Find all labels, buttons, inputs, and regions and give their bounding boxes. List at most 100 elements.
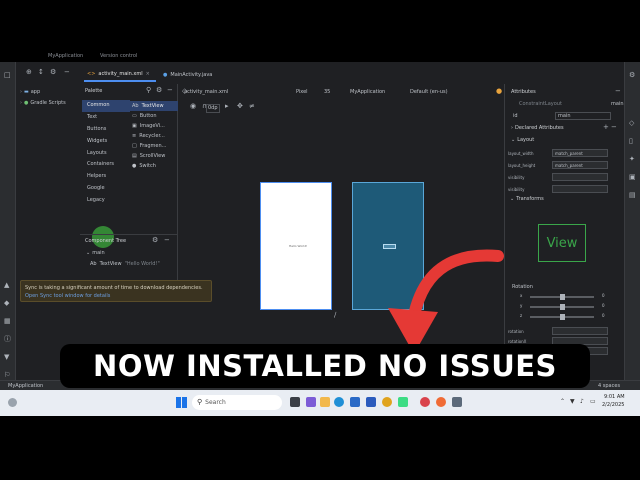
slider-thumb[interactable] [560, 294, 565, 300]
minimize-icon[interactable]: − [164, 237, 170, 244]
file-selector[interactable]: activity_main.xml [184, 90, 228, 95]
file-explorer-icon[interactable] [320, 397, 330, 407]
margin-icon[interactable]: ▸ [225, 103, 229, 110]
gemini-icon[interactable]: ✦ [629, 156, 635, 163]
project-tool-icon[interactable]: □ [4, 72, 11, 79]
gear-icon[interactable]: ⚙ [156, 87, 162, 94]
resize-handle-icon[interactable]: ∕ [334, 312, 336, 319]
tray-chevron-icon[interactable]: ⌃ [560, 399, 565, 405]
slider-thumb[interactable] [560, 314, 565, 320]
warning-icon[interactable]: ● [496, 88, 502, 95]
tab-main-activity[interactable]: ● MainActivity.java [160, 68, 232, 82]
copilot-icon[interactable] [306, 397, 316, 407]
declared-attributes-header[interactable]: › Declared Attributes [511, 126, 564, 131]
remove-icon[interactable]: − [611, 124, 617, 131]
palette-widget-scrollview[interactable]: ▤ ScrollView [130, 151, 178, 161]
rotation-x-slider[interactable]: x 0 [520, 294, 610, 300]
gear-icon[interactable]: ⚙ [50, 69, 56, 76]
attr-value-dropdown[interactable] [552, 185, 608, 193]
palette-widget-imageview[interactable]: ▣ ImageVi... [130, 121, 178, 131]
minimize-icon[interactable]: − [615, 88, 621, 95]
align-icon[interactable]: ≠ [249, 103, 255, 110]
attr-value-field[interactable] [552, 327, 608, 335]
taskbar-search[interactable]: ⚲ Search [192, 395, 282, 410]
android-studio-icon[interactable] [398, 397, 408, 407]
notifications-icon[interactable]: ⚙ [629, 72, 635, 79]
palette-widget-recyclerview[interactable]: ≡ Recycler... [130, 131, 178, 141]
eye-icon[interactable]: ◉ [190, 103, 196, 110]
volume-icon[interactable]: ♪ [580, 399, 584, 405]
palette-category-helpers[interactable]: Helpers [82, 171, 130, 183]
title-project[interactable]: MyApplication [48, 54, 83, 59]
word-icon[interactable] [366, 397, 376, 407]
locate-icon[interactable]: ⊕ [26, 69, 32, 76]
tree-item-gradle[interactable]: › ● Gradle Scripts [20, 98, 80, 109]
api-selector[interactable]: 35 [324, 90, 330, 95]
slider-thumb[interactable] [560, 304, 565, 310]
status-project[interactable]: MyApplication [8, 384, 43, 389]
rotation-z-slider[interactable]: z 0 [520, 314, 610, 320]
palette-widget-fragment[interactable]: □ Fragmen... [130, 141, 178, 151]
add-icon[interactable]: + [603, 124, 609, 131]
palette-widget-button[interactable]: ▭ Button [130, 111, 178, 121]
collapse-icon[interactable]: ↕ [38, 69, 44, 76]
app-icon-3[interactable] [452, 397, 462, 407]
palette-category-text[interactable]: Text [82, 112, 130, 124]
component-tree-child[interactable]: Ab TextView "Hello World!" [90, 262, 160, 267]
terminal-tool-icon[interactable]: ▦ [4, 318, 11, 325]
device-manager-icon[interactable]: ▯ [629, 138, 633, 145]
emulator-icon[interactable]: ▤ [629, 192, 636, 199]
dp-input[interactable]: 0dp [206, 104, 220, 113]
chrome-icon[interactable] [382, 397, 392, 407]
tab-activity-main[interactable]: <> activity_main.xml × [84, 68, 156, 82]
logcat-tool-icon[interactable]: ◆ [4, 300, 9, 307]
running-devices-icon[interactable]: ▣ [629, 174, 636, 181]
problems-tool-icon[interactable]: ⓘ [4, 336, 11, 343]
build-tool-icon[interactable]: ▲ [4, 282, 9, 289]
wifi-icon[interactable]: ▼ [570, 399, 575, 405]
rotation-y-slider[interactable]: y 0 [520, 304, 610, 310]
app-icon-2[interactable] [436, 397, 446, 407]
palette-category-widgets[interactable]: Widgets [82, 135, 130, 147]
git-tool-icon[interactable]: ▼ [4, 354, 9, 361]
taskbar-date[interactable]: 2/2/2025 [602, 403, 624, 408]
palette-widget-switch[interactable]: ● Switch [130, 161, 178, 171]
store-icon[interactable] [350, 397, 360, 407]
tree-item-app[interactable]: › ▬ app [20, 87, 80, 98]
battery-icon[interactable]: ▭ [590, 399, 596, 405]
edge-icon[interactable] [334, 397, 344, 407]
transforms-section-header[interactable]: ⌄ Transforms [510, 197, 544, 202]
minimize-icon[interactable]: − [64, 69, 70, 76]
palette-category-google[interactable]: Google [82, 183, 130, 195]
locale-selector[interactable]: Default (en-us) [410, 90, 448, 95]
sync-notification[interactable]: Sync is taking a significant amount of t… [20, 280, 212, 302]
notification-link[interactable]: Open Sync tool window for details [25, 294, 110, 299]
design-preview[interactable]: Hello World! [260, 182, 332, 310]
palette-category-common[interactable]: Common [82, 100, 130, 112]
palette-category-buttons[interactable]: Buttons [82, 124, 130, 136]
palette-category-layouts[interactable]: Layouts [82, 147, 130, 159]
gear-icon[interactable]: ⚙ [152, 237, 158, 244]
version-tool-icon[interactable]: ⚐ [4, 372, 10, 379]
search-icon[interactable]: ⚲ [146, 87, 151, 94]
start-icon[interactable] [176, 397, 187, 408]
layout-section-header[interactable]: ⌄ Layout [511, 138, 534, 143]
palette-category-containers[interactable]: Containers [82, 159, 130, 171]
id-field[interactable]: main [555, 112, 611, 120]
pan-icon[interactable]: ✥ [237, 103, 243, 110]
device-selector[interactable]: Pixel [296, 90, 308, 95]
status-indent[interactable]: 4 spaces [598, 384, 620, 389]
palette-widget-textview[interactable]: Ab TextView [130, 101, 178, 111]
attr-value-dropdown[interactable]: match_parent [552, 161, 608, 169]
app-icon[interactable] [420, 397, 430, 407]
theme-selector[interactable]: MyApplication [350, 90, 385, 95]
minimize-icon[interactable]: − [167, 87, 173, 94]
task-view-icon[interactable] [290, 397, 300, 407]
component-tree-root[interactable]: ⌄ main [86, 251, 105, 256]
taskbar-time[interactable]: 9:01 AM [604, 395, 625, 400]
close-icon[interactable]: × [146, 71, 150, 77]
palette-category-legacy[interactable]: Legacy [82, 194, 130, 206]
attr-value-dropdown[interactable] [552, 173, 608, 181]
attr-value-dropdown[interactable]: match_parent [552, 149, 608, 157]
title-vcs[interactable]: Version control [100, 54, 137, 59]
